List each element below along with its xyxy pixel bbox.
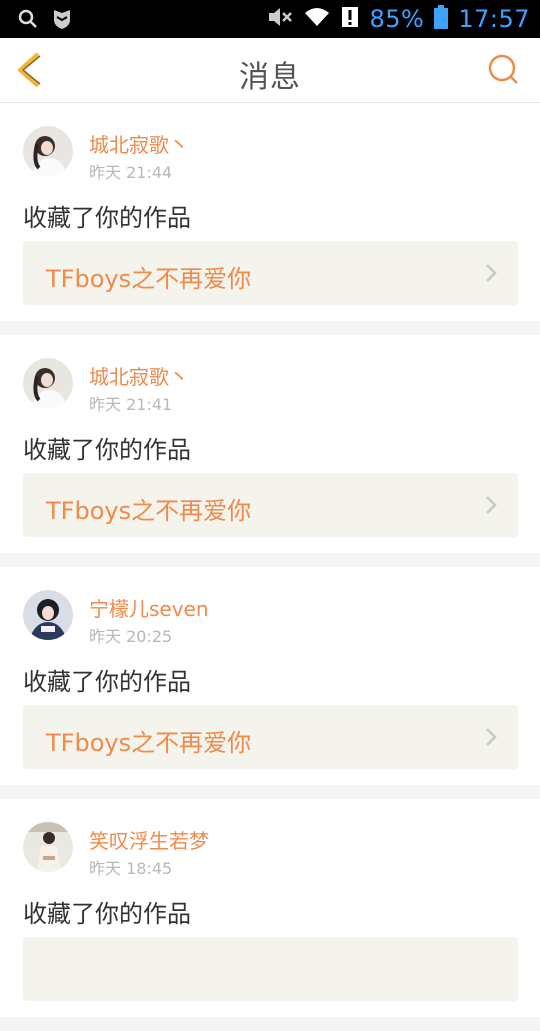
username[interactable]: 城北寂歌丶 — [89, 361, 189, 390]
timestamp: 昨天 21:44 — [89, 163, 173, 182]
username[interactable]: 笑叹浮生若梦 — [89, 825, 209, 854]
work-link[interactable] — [23, 937, 518, 1001]
message-card[interactable]: 笑叹浮生若梦 昨天 18:45 收藏了你的作品 — [0, 799, 540, 1017]
work-link[interactable]: TFboys之不再爱你 — [23, 705, 518, 769]
alert-icon — [341, 6, 359, 32]
search-icon — [18, 9, 38, 33]
avatar[interactable] — [23, 358, 73, 408]
shield-icon — [52, 8, 72, 34]
avatar[interactable] — [23, 590, 73, 640]
avatar[interactable] — [23, 822, 73, 872]
wifi-icon — [303, 6, 331, 32]
username[interactable]: 宁檬儿seven — [89, 593, 209, 622]
action-text: 收藏了你的作品 — [23, 900, 191, 928]
search-icon — [486, 54, 520, 90]
work-title: TFboys之不再爱你 — [46, 729, 252, 757]
work-title: TFboys之不再爱你 — [46, 497, 252, 525]
action-text: 收藏了你的作品 — [23, 436, 191, 464]
search-button[interactable] — [486, 52, 520, 86]
work-link[interactable]: TFboys之不再爱你 — [23, 241, 518, 305]
battery-icon — [434, 5, 449, 33]
app-header: 消息 — [0, 38, 540, 103]
timestamp: 昨天 20:25 — [89, 627, 173, 646]
action-text: 收藏了你的作品 — [23, 668, 191, 696]
battery-percent: 85% — [369, 5, 425, 33]
message-card[interactable]: 宁檬儿seven 昨天 20:25 收藏了你的作品 TFboys之不再爱你 — [0, 567, 540, 785]
chevron-right-icon — [484, 727, 498, 747]
work-title: TFboys之不再爱你 — [46, 265, 252, 293]
message-card[interactable]: 城北寂歌丶 昨天 21:44 收藏了你的作品 TFboys之不再爱你 — [0, 103, 540, 321]
chevron-right-icon — [484, 263, 498, 283]
message-card[interactable]: 城北寂歌丶 昨天 21:41 收藏了你的作品 TFboys之不再爱你 — [0, 335, 540, 553]
avatar[interactable] — [23, 126, 73, 176]
status-clock: 17:57 — [458, 5, 530, 33]
page-title: 消息 — [239, 60, 301, 95]
mute-icon — [267, 6, 293, 32]
action-text: 收藏了你的作品 — [23, 204, 191, 232]
status-bar: 85% 17:57 — [0, 0, 540, 38]
message-list: 城北寂歌丶 昨天 21:44 收藏了你的作品 TFboys之不再爱你 城北寂歌丶… — [0, 103, 540, 1031]
work-link[interactable]: TFboys之不再爱你 — [23, 473, 518, 537]
timestamp: 昨天 18:45 — [89, 859, 173, 878]
username[interactable]: 城北寂歌丶 — [89, 129, 189, 158]
chevron-right-icon — [484, 495, 498, 515]
timestamp: 昨天 21:41 — [89, 395, 173, 414]
